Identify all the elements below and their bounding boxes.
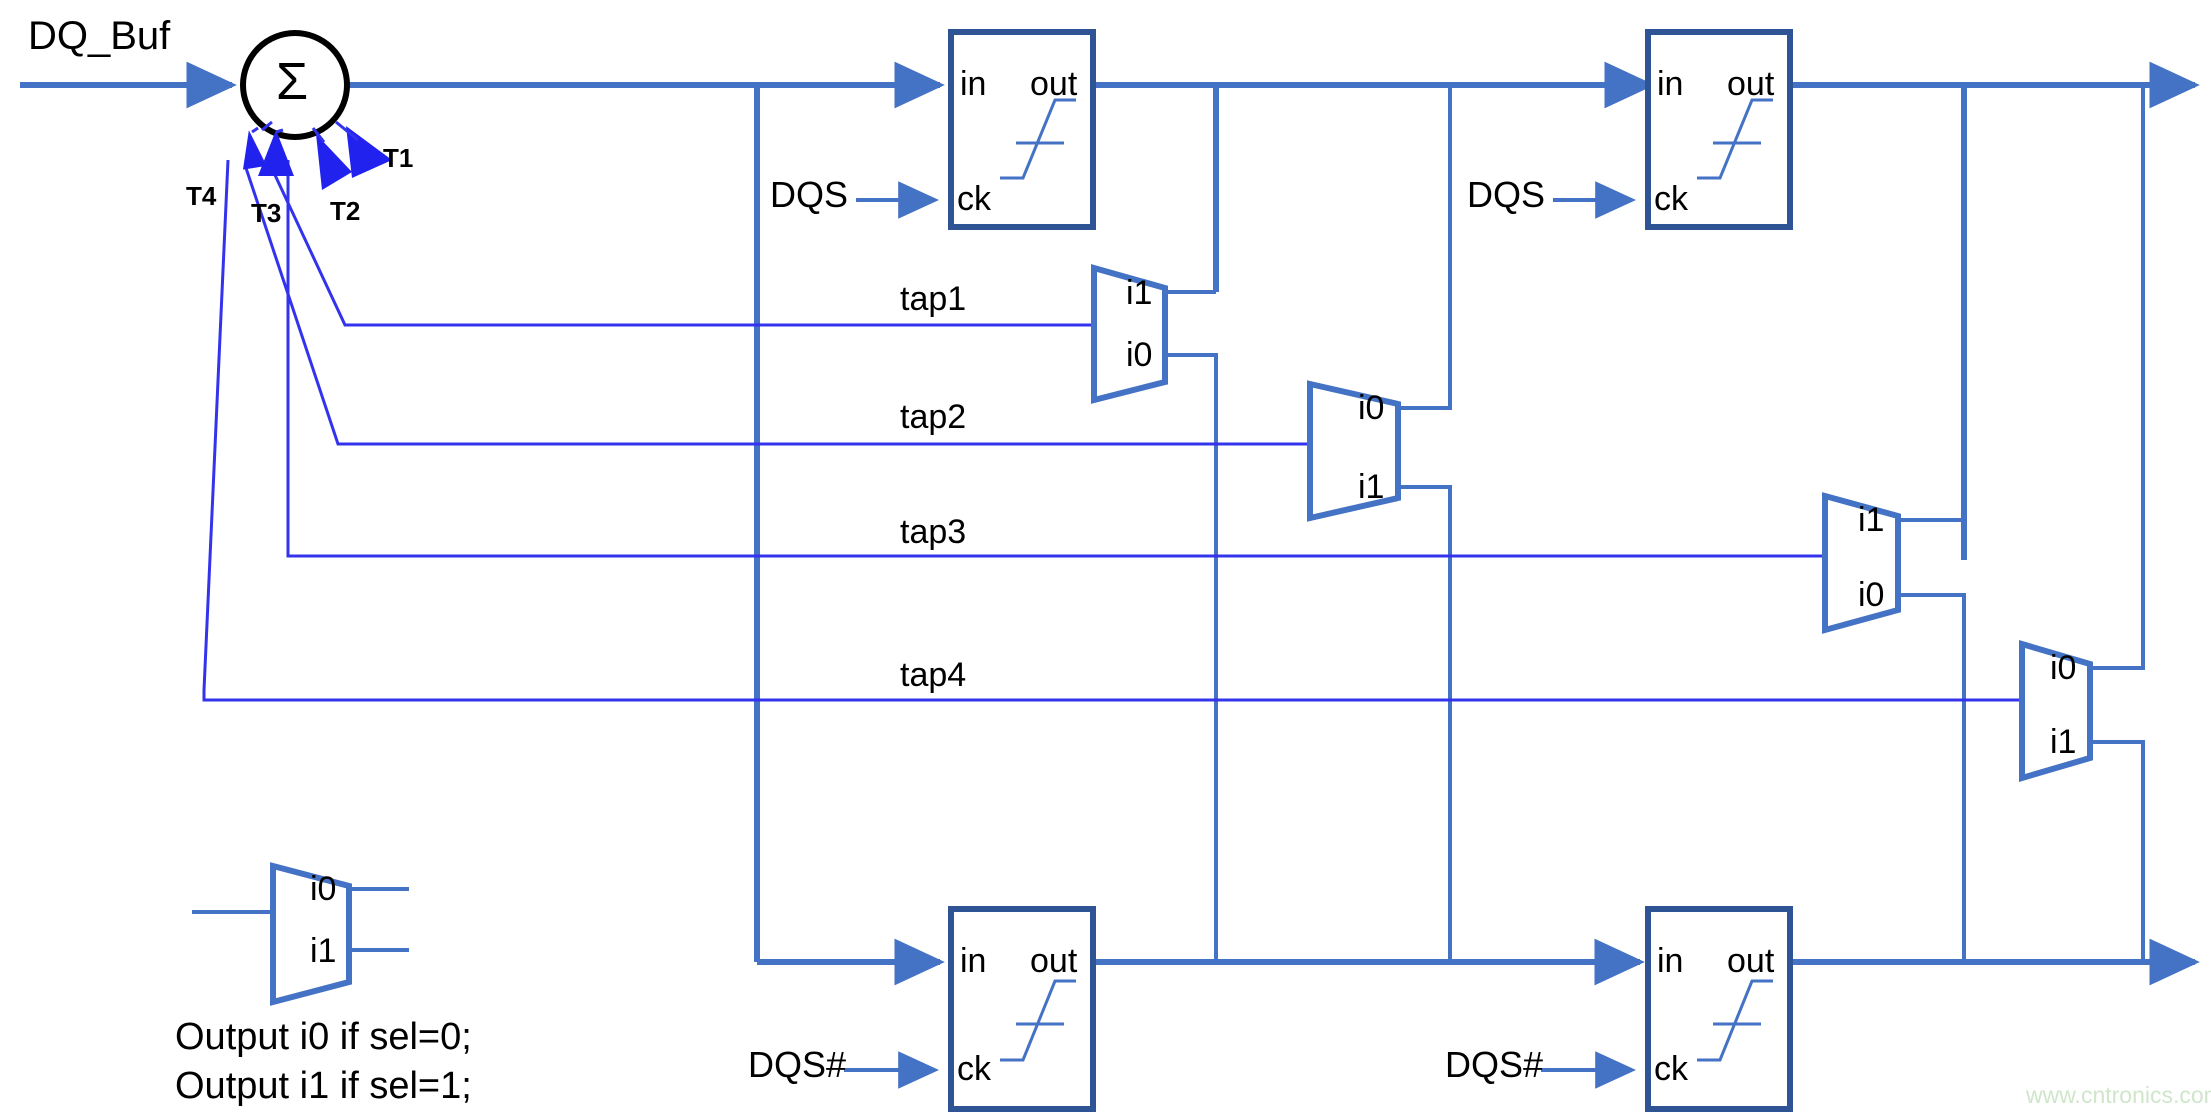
ff-top-1-ck-label: ck — [957, 180, 991, 218]
tap-stem-T1 — [335, 120, 359, 142]
wire-mux1-i0 — [1165, 353, 1218, 962]
mux-tap4-top-port: i0 — [2050, 649, 2077, 687]
tap-label-tap1: tap1 — [900, 280, 967, 318]
mux-tap2-top-port: i0 — [1358, 389, 1385, 427]
tap-stem-T4 — [251, 126, 259, 134]
legend-mux-bottom-port: i1 — [310, 932, 337, 970]
ff-top-1-out-label: out — [1030, 65, 1078, 103]
legend-mux-top-port: i0 — [310, 870, 337, 908]
mux-tap2[interactable] — [1307, 380, 1401, 522]
mux-tap1-top-port: i1 — [1126, 274, 1153, 312]
tap-label-tap4: tap4 — [900, 656, 967, 694]
ff-top-1-in-label: in — [960, 65, 987, 103]
mux-tap1-bottom-port: i0 — [1126, 336, 1153, 374]
tap-arrow-label-T4: T4 — [186, 181, 217, 211]
ff-bot-1-clock-source: DQS# — [748, 1044, 847, 1085]
wire-mux2-i0 — [1398, 85, 1452, 410]
ff-bot-1-ck-label: ck — [957, 1050, 991, 1088]
ff-bot-2-in-label: in — [1657, 942, 1684, 980]
legend-line-1: Output i0 if sel=0; — [175, 1016, 472, 1058]
ff-top-2-in-label: in — [1657, 65, 1684, 103]
wire-mux4-i0 — [2090, 85, 2145, 670]
ff-bot-1-in-label: in — [960, 942, 987, 980]
sum-symbol: Σ — [276, 53, 309, 111]
mux-tap4-bottom-port: i1 — [2050, 723, 2077, 761]
site-watermark: www.cntronics.com — [2026, 1082, 2211, 1108]
diagram-canvas: DQ_Buf Σ T1 T2 T3 T4 tap1 tap2 tap3 tap4… — [0, 0, 2211, 1119]
ff-top-2-clock-source: DQS — [1467, 174, 1546, 215]
tap-arrow-label-T1: T1 — [383, 143, 414, 173]
wire-mux4-i1 — [2090, 740, 2145, 962]
tap-stem-T3 — [275, 128, 284, 134]
ff-top-2-out-label: out — [1727, 65, 1775, 103]
tap-arrow-T2 — [316, 134, 352, 190]
tap-arrow-T4 — [242, 130, 267, 170]
tap-arrow-label-T3: T3 — [251, 198, 282, 228]
wire-mux3-i0 — [1898, 593, 1966, 962]
ff-bot-2-clock-source: DQS# — [1445, 1044, 1544, 1085]
tap-label-tap3: tap3 — [900, 513, 967, 551]
ff-bot-1-out-label: out — [1030, 942, 1078, 980]
mux-shapes[interactable] — [270, 264, 2093, 1006]
tap-label-tap2: tap2 — [900, 398, 967, 436]
input-label: DQ_Buf — [28, 14, 171, 58]
tap-routing — [202, 159, 2023, 702]
mux-tap2-bottom-port: i1 — [1358, 468, 1385, 506]
ff-top-1-clock-source: DQS — [770, 174, 849, 215]
legend-line-2: Output i1 if sel=1; — [175, 1065, 472, 1107]
mux-tap3-bottom-port: i0 — [1858, 576, 1885, 614]
ff-top-2-ck-label: ck — [1654, 180, 1688, 218]
tap4-route — [202, 159, 2023, 702]
ff-bot-2-ck-label: ck — [1654, 1050, 1688, 1088]
wire-mux2-i1 — [1398, 485, 1452, 962]
ff-bot-2-out-label: out — [1727, 942, 1775, 980]
mux-tap3-top-port: i1 — [1858, 501, 1885, 539]
tap-arrow-label-T2: T2 — [330, 196, 361, 226]
